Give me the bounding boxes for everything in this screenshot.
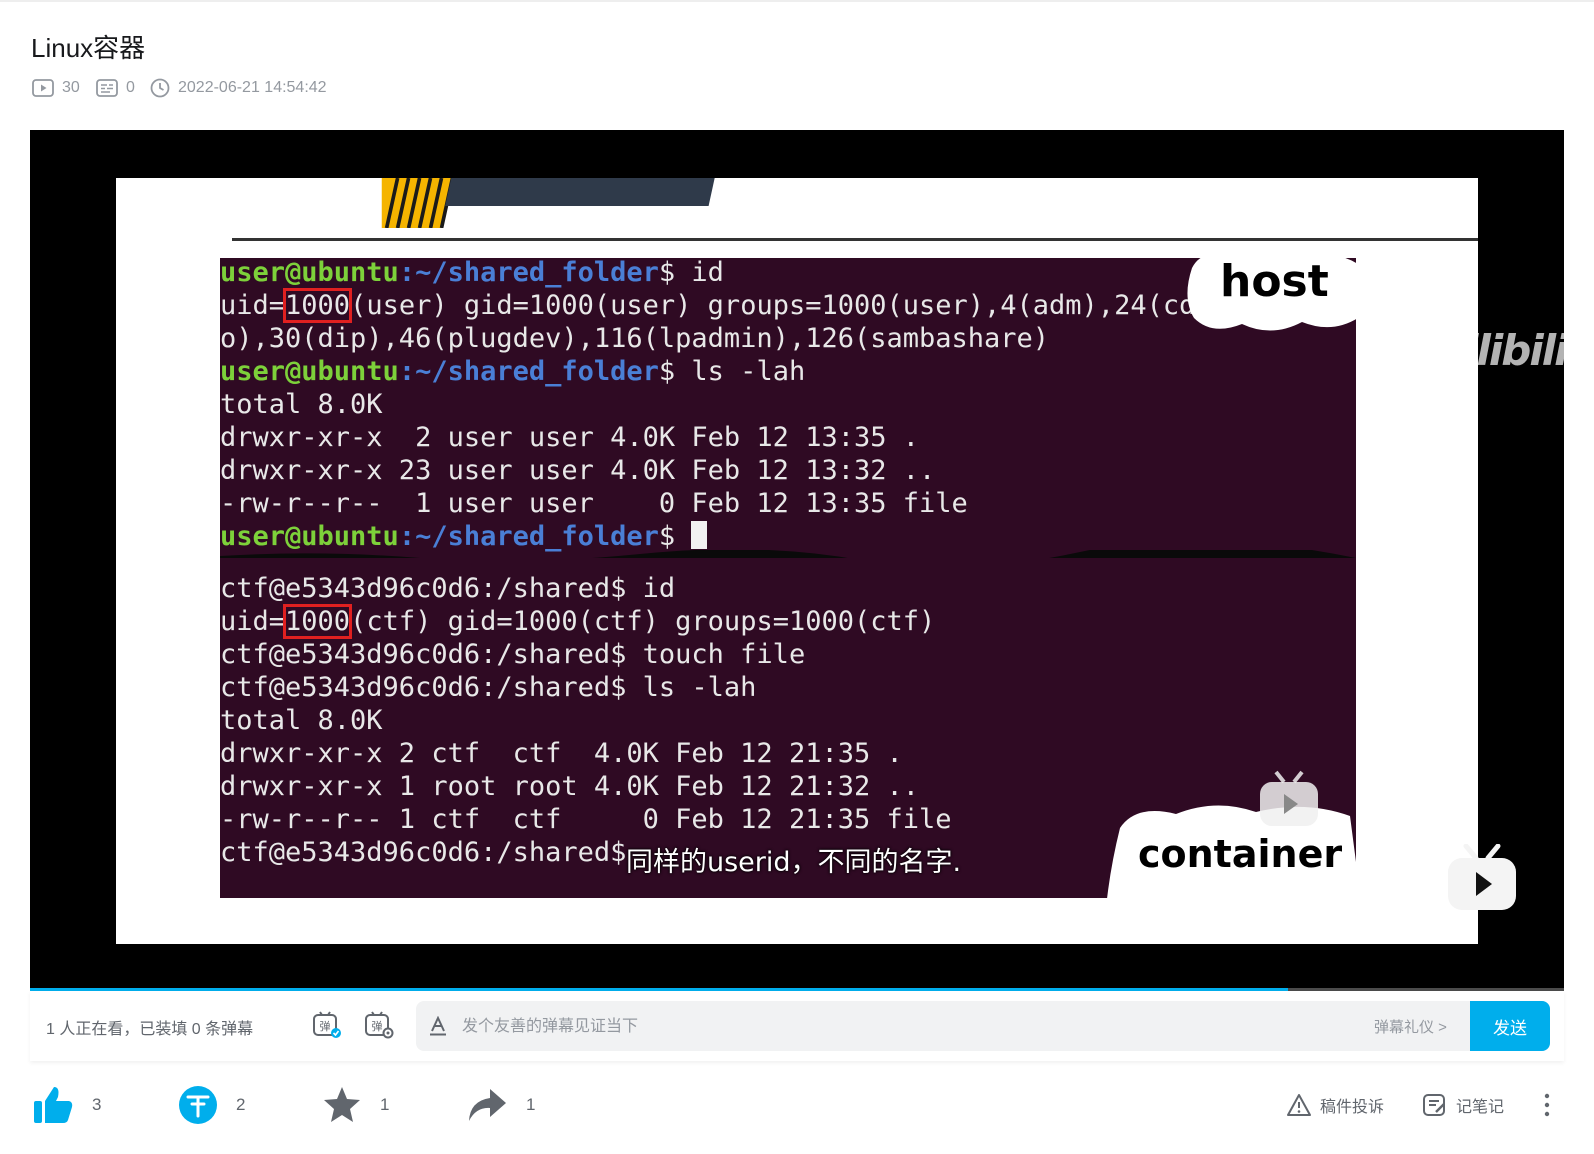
favorite-count: 1	[380, 1095, 390, 1114]
play-count: 30	[32, 76, 80, 100]
more-options-icon[interactable]	[1540, 1092, 1554, 1118]
play-count-icon	[32, 79, 54, 97]
terminal-text: total 8.0K	[220, 705, 383, 736]
prompt-path: :~/shared_folder	[398, 521, 659, 552]
share-button[interactable]: 1	[466, 1084, 535, 1126]
thumbs-up-icon	[34, 1087, 73, 1123]
danmaku-toggle-icon[interactable]: 弹	[312, 1011, 342, 1039]
highlighted-uid: 1000	[283, 604, 353, 639]
terminal-line: user@ubuntu:~/shared_folder$ ls -lah	[220, 355, 1195, 388]
terminal-line: user@ubuntu:~/shared_folder$	[220, 520, 1195, 553]
danmaku-bar: 1 人正在看，已装填 0 条弹幕 弹 弹 弹幕礼仪 > 发送	[30, 991, 1564, 1061]
terminal-text: total 8.0K	[220, 389, 383, 420]
danmaku-count: 0	[96, 76, 135, 100]
note-label: 记笔记	[1456, 1099, 1505, 1116]
terminal-line: drwxr-xr-x 2 user user 4.0K Feb 12 13:35…	[220, 421, 1195, 454]
report-label: 稿件投诉	[1320, 1099, 1385, 1116]
host-label: host	[1220, 256, 1329, 307]
terminal-text: uid=	[220, 290, 286, 321]
text-style-icon[interactable]	[428, 1016, 448, 1036]
terminal-text: drwxr-xr-x 2 user user 4.0K Feb 12 13:35…	[220, 422, 919, 453]
terminal-line: ctf@e5343d96c0d6:/shared$ ls -lah	[220, 671, 952, 704]
play-count-value: 30	[62, 79, 80, 96]
publish-time-value: 2022-06-21 14:54:42	[178, 79, 327, 96]
prompt-user: user@ubuntu	[220, 521, 399, 552]
report-button[interactable]: 稿件投诉	[1286, 1092, 1384, 1118]
danmaku-count-value: 0	[126, 79, 135, 96]
terminal-text: drwxr-xr-x 23 user user 4.0K Feb 12 13:3…	[220, 455, 936, 486]
share-count: 1	[526, 1095, 536, 1114]
terminal-command: $	[658, 521, 692, 552]
top-divider	[0, 0, 1594, 2]
terminal-text: ctf@e5343d96c0d6:/shared$	[220, 837, 627, 868]
terminal-text: -rw-r--r-- 1 ctf ctf 0 Feb 12 21:35 file	[220, 804, 952, 835]
share-icon	[469, 1089, 506, 1121]
danmaku-count-icon	[96, 79, 118, 97]
coin-icon	[179, 1086, 217, 1124]
terminal-line: o),30(dip),46(plugdev),116(lpadmin),126(…	[220, 322, 1195, 355]
terminal-line: total 8.0K	[220, 704, 952, 737]
terminal-line: ctf@e5343d96c0d6:/shared$ id	[220, 572, 952, 605]
terminal-command: $ id	[658, 257, 724, 288]
favorite-button[interactable]: 1	[322, 1084, 389, 1126]
publish-time: 2022-06-21 14:54:42	[150, 76, 327, 100]
prompt-user: user@ubuntu	[220, 356, 399, 387]
star-icon	[324, 1087, 360, 1122]
svg-text:弹: 弹	[320, 1019, 331, 1033]
terminal-line: user@ubuntu:~/shared_folder$ id	[220, 256, 1195, 289]
terminal-text: drwxr-xr-x 2 ctf ctf 4.0K Feb 12 21:35 .	[220, 738, 903, 769]
terminal-text: (user) gid=1000(user) groups=1000(user),…	[350, 290, 1196, 321]
prompt-user: user@ubuntu	[220, 257, 399, 288]
coin-count: 2	[236, 1095, 246, 1114]
terminal-text: (ctf) gid=1000(ctf) groups=1000(ctf)	[350, 606, 936, 637]
viewer-status: 1 人正在看，已装填 0 条弹幕	[46, 1021, 254, 1038]
terminal-text: ctf@e5343d96c0d6:/shared$ id	[220, 573, 676, 604]
highlighted-uid: 1000	[283, 288, 353, 323]
svg-text:弹: 弹	[372, 1019, 383, 1033]
terminal-line: total 8.0K	[220, 388, 1195, 421]
video-frame: user@ubuntu:~/shared_folder$ id uid=1000(…	[116, 178, 1478, 944]
terminal-text: o),30(dip),46(plugdev),116(lpadmin),126(…	[220, 323, 1050, 354]
like-button[interactable]: 3	[32, 1084, 101, 1126]
terminal-line: drwxr-xr-x 23 user user 4.0K Feb 12 13:3…	[220, 454, 1195, 487]
danmaku-settings-icon[interactable]: 弹	[364, 1011, 394, 1039]
bilibili-watermark: bilibili	[1436, 326, 1564, 375]
terminal-line: uid=1000(user) gid=1000(user) groups=100…	[220, 288, 1196, 323]
terminal-cursor	[691, 521, 708, 549]
terminal-text: -rw-r--r-- 1 user user 0 Feb 12 13:35 fi…	[220, 488, 968, 519]
like-count: 3	[92, 1095, 102, 1114]
danmaku-etiquette-link[interactable]: 弹幕礼仪 >	[1374, 1016, 1447, 1037]
container-label: container	[1138, 832, 1343, 876]
terminal-text: ctf@e5343d96c0d6:/shared$ ls -lah	[220, 672, 757, 703]
terminal-command: $ ls -lah	[658, 356, 806, 387]
warning-icon	[1287, 1094, 1311, 1116]
clock-icon	[150, 78, 170, 98]
note-button[interactable]: 记笔记	[1422, 1092, 1504, 1118]
bilibili-tv-watermark-icon	[1260, 770, 1318, 826]
bilibili-tv-icon	[1448, 844, 1516, 910]
terminal-line: drwxr-xr-x 2 ctf ctf 4.0K Feb 12 21:35 .	[220, 737, 952, 770]
video-title: Linux容器	[31, 33, 146, 63]
slide-rule	[232, 238, 1478, 241]
send-danmaku-button[interactable]: 发送	[1470, 1001, 1550, 1051]
note-icon	[1423, 1094, 1445, 1116]
terminal-line: uid=1000(ctf) gid=1000(ctf) groups=1000(…	[220, 604, 952, 639]
terminal-line: drwxr-xr-x 1 root root 4.0K Feb 12 21:32…	[220, 770, 952, 803]
danmaku-input[interactable]	[460, 1001, 1344, 1053]
prompt-path: :~/shared_folder	[398, 356, 659, 387]
terminal-text: uid=	[220, 606, 286, 637]
video-subtitle: 同样的userid，不同的名字.	[626, 847, 962, 878]
terminal-line: -rw-r--r-- 1 ctf ctf 0 Feb 12 21:35 file	[220, 803, 952, 836]
prompt-path: :~/shared_folder	[398, 257, 659, 288]
terminal-text: ctf@e5343d96c0d6:/shared$ touch file	[220, 639, 806, 670]
video-player[interactable]: user@ubuntu:~/shared_folder$ id uid=1000(…	[30, 130, 1564, 990]
slide-header-decoration	[381, 178, 715, 228]
coin-button[interactable]: 2	[178, 1084, 245, 1126]
terminal-line: -rw-r--r-- 1 user user 0 Feb 12 13:35 fi…	[220, 487, 1195, 520]
terminal-line: ctf@e5343d96c0d6:/shared$ touch file	[220, 638, 952, 671]
danmaku-input-wrapper: 弹幕礼仪 > 发送	[416, 1001, 1550, 1053]
terminal-text: drwxr-xr-x 1 root root 4.0K Feb 12 21:32…	[220, 771, 919, 802]
